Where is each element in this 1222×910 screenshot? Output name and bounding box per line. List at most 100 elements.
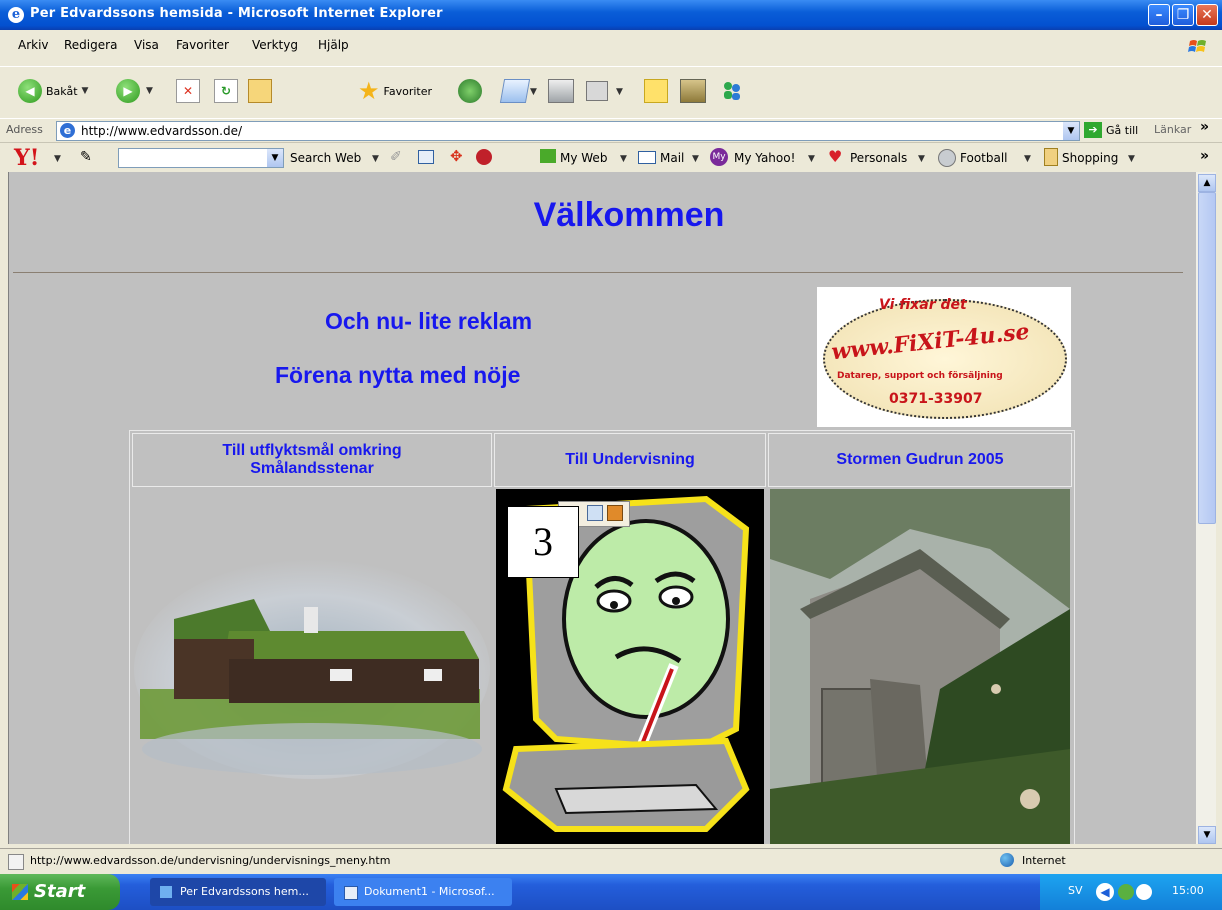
antispy-icon[interactable]: ✥ <box>450 147 463 165</box>
pencil-icon[interactable]: ✎ <box>80 149 92 165</box>
research-icon[interactable] <box>680 79 706 103</box>
menu-arkiv[interactable]: Arkiv <box>18 38 49 52</box>
scroll-down-button[interactable]: ▼ <box>1198 826 1216 844</box>
yahoo-item-my-web[interactable]: My Web <box>560 151 607 165</box>
favorites-button[interactable]: ★ Favoriter <box>358 77 432 105</box>
chevron-down-icon[interactable]: ▼ <box>372 154 379 164</box>
print-icon[interactable] <box>548 79 574 103</box>
status-url: http://www.edvardsson.de/undervisning/un… <box>30 854 391 867</box>
mail-icon[interactable] <box>499 79 531 103</box>
links-label[interactable]: Länkar <box>1154 123 1191 136</box>
mail-icon <box>638 151 656 164</box>
fixit-ad-banner[interactable]: Vi fixar det www.FiXiT-4u.se Datarep, su… <box>817 287 1071 427</box>
chevron-down-icon[interactable]: ▼ <box>1024 154 1031 164</box>
link-stormen-gudrun[interactable]: Stormen Gudrun 2005 <box>836 451 1003 469</box>
chevron-down-icon[interactable]: ▼ <box>530 87 537 97</box>
address-dropdown-button[interactable]: ▼ <box>1063 122 1079 140</box>
chevron-down-icon[interactable]: ▼ <box>1128 154 1135 164</box>
refresh-button[interactable]: ↻ <box>214 79 238 103</box>
annotation-label-3: 3 <box>507 506 579 578</box>
menu-hjalp[interactable]: Hjälp <box>318 38 349 52</box>
menu-verktyg[interactable]: Verktyg <box>252 38 298 52</box>
minimize-button[interactable]: – <box>1148 4 1170 26</box>
task-button-browser[interactable]: Per Edvardssons hem... <box>150 878 326 906</box>
close-button[interactable]: ✕ <box>1196 4 1218 26</box>
task-label-word: Dokument1 - Microsof... <box>364 885 495 898</box>
favorites-label: Favoriter <box>383 84 432 98</box>
network-icon[interactable] <box>1118 884 1134 900</box>
link-utflyktsmal[interactable]: Till utflyktsmål omkring Smålandsstenar <box>192 442 432 478</box>
chevron-down-icon[interactable]: ▼ <box>918 154 925 164</box>
home-button[interactable] <box>248 79 272 103</box>
my-web-icon <box>540 149 556 163</box>
table-header-cell[interactable]: Stormen Gudrun 2005 <box>768 433 1072 487</box>
link-undervisning[interactable]: Till Undervisning <box>565 451 695 469</box>
table-header-cell[interactable]: Till Undervisning <box>494 433 766 487</box>
forward-button[interactable]: ▶ ▼ <box>116 79 153 103</box>
menu-visa[interactable]: Visa <box>134 38 159 52</box>
radio-icon[interactable] <box>476 149 492 165</box>
yahoo-item-football[interactable]: Football <box>960 151 1008 165</box>
messenger-tray-icon[interactable] <box>1136 884 1152 900</box>
language-indicator[interactable]: SV <box>1068 884 1083 897</box>
address-field[interactable]: e http://www.edvardsson.de/ ▼ <box>56 121 1080 141</box>
vertical-scrollbar[interactable]: ▲ ▼ <box>1196 172 1216 844</box>
bookmark-icon[interactable] <box>418 150 434 164</box>
yahoo-item-personals[interactable]: Personals <box>850 151 907 165</box>
scroll-up-button[interactable]: ▲ <box>1198 174 1216 192</box>
save-icon[interactable] <box>587 505 603 521</box>
table-header-cell[interactable]: Till utflyktsmål omkring Smålandsstenar <box>132 433 492 487</box>
print-icon[interactable] <box>607 505 623 521</box>
search-dropdown-button[interactable]: ▼ <box>267 149 283 167</box>
chevron-down-icon[interactable]: ▼ <box>808 154 815 164</box>
yahoo-item-mail[interactable]: Mail <box>660 151 684 165</box>
links-more-chevron[interactable]: » <box>1200 119 1209 135</box>
stop-button[interactable]: ✕ <box>176 79 200 103</box>
edit-icon[interactable] <box>586 81 608 101</box>
chevron-down-icon[interactable]: ▼ <box>146 86 153 96</box>
back-button[interactable]: ◀ Bakåt ▼ <box>18 79 88 103</box>
storm-barn-image[interactable] <box>770 489 1070 844</box>
chevron-down-icon[interactable]: ▼ <box>620 154 627 164</box>
system-tray: SV ◀ 15:00 <box>1040 874 1222 910</box>
forward-arrow-icon: ▶ <box>116 79 140 103</box>
ie-icon <box>160 886 172 898</box>
maximize-button[interactable]: ❐ <box>1172 4 1194 26</box>
menu-favoriter[interactable]: Favoriter <box>176 38 229 52</box>
yahoo-item-shopping[interactable]: Shopping <box>1062 151 1118 165</box>
start-button[interactable]: Start <box>0 874 120 910</box>
ad-line-1: Och nu- lite reklam <box>325 308 533 334</box>
task-label-browser: Per Edvardssons hem... <box>180 885 309 898</box>
tray-arrow-icon[interactable]: ◀ <box>1096 883 1114 901</box>
history-icon[interactable] <box>458 79 482 103</box>
task-button-word[interactable]: Dokument1 - Microsof... <box>334 878 512 906</box>
yahoo-logo[interactable]: Y! <box>14 145 39 171</box>
yahoo-more-chevron[interactable]: » <box>1200 148 1209 164</box>
chevron-down-icon[interactable]: ▼ <box>54 154 61 164</box>
taskbar: Start Per Edvardssons hem... Dokument1 -… <box>0 874 1222 910</box>
heart-icon: ♥ <box>828 147 843 166</box>
chevron-down-icon[interactable]: ▼ <box>692 154 699 164</box>
scroll-thumb[interactable] <box>1198 192 1216 524</box>
page-icon: e <box>60 123 75 138</box>
status-bar: http://www.edvardsson.de/undervisning/un… <box>0 848 1222 875</box>
chevron-down-icon[interactable]: ▼ <box>616 87 623 97</box>
chevron-down-icon[interactable]: ▼ <box>82 86 89 96</box>
ad-line-2: Förena nytta med nöje <box>275 362 521 388</box>
highlight-icon[interactable]: ✐ <box>390 149 402 165</box>
go-button[interactable]: ➔ Gå till <box>1084 122 1138 138</box>
yahoo-item-my-yahoo[interactable]: My Yahoo! <box>734 151 795 165</box>
farmhouse-image[interactable] <box>134 489 490 844</box>
menu-redigera[interactable]: Redigera <box>64 38 117 52</box>
yahoo-toolbar: Y! ▼ ✎ ▼ Search Web ▼ ✐ ✥ My Web ▼ Mail … <box>0 142 1222 173</box>
discuss-icon[interactable] <box>644 79 668 103</box>
messenger-icon[interactable] <box>720 79 744 101</box>
yahoo-search-input[interactable]: ▼ <box>118 148 284 168</box>
horizontal-rule <box>13 272 1183 273</box>
ad-top-text: Vi fixar det <box>879 297 967 313</box>
go-label: Gå till <box>1106 123 1139 137</box>
title-bar[interactable]: e Per Edvardssons hemsida - Microsoft In… <box>0 0 1222 30</box>
search-web-button[interactable]: Search Web <box>290 151 361 165</box>
globe-icon <box>1000 853 1014 867</box>
ie-logo-icon: e <box>8 7 24 23</box>
